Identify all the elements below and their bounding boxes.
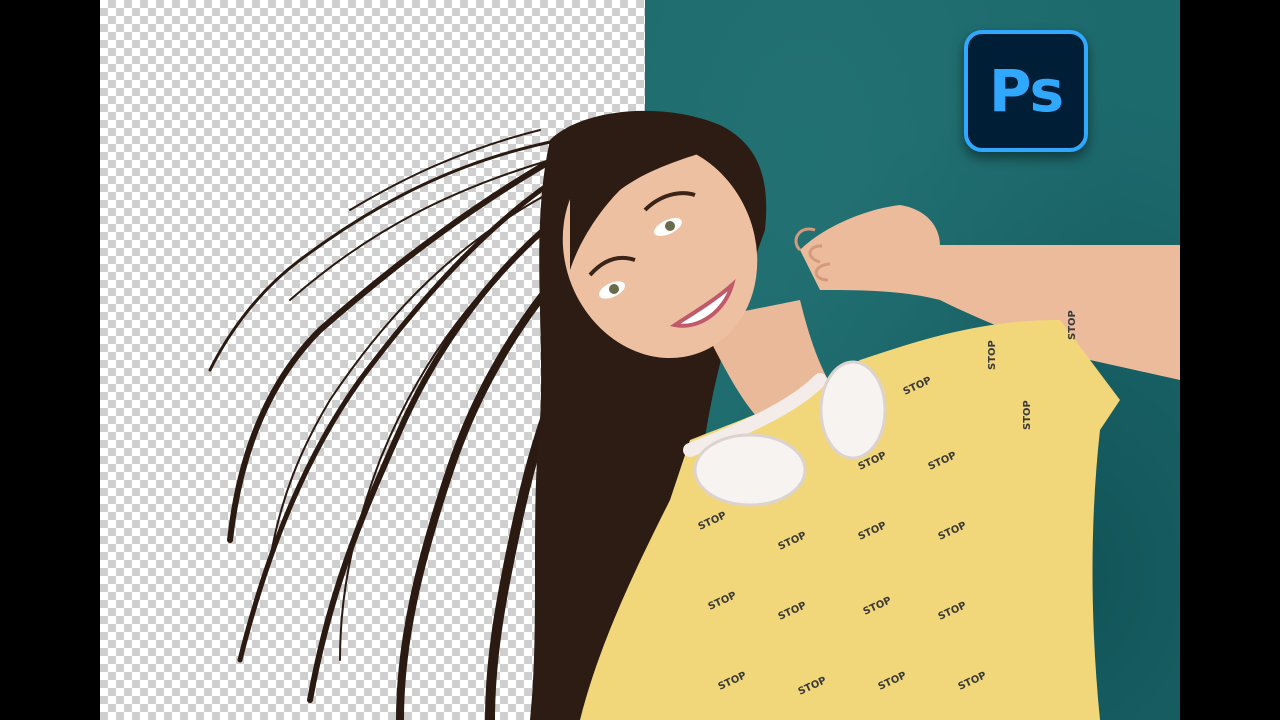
photo-canvas: STOP STOP STOP STOP STOP STOP STOP STOP …	[100, 0, 1180, 720]
letterbox-left	[0, 0, 100, 720]
shirt-print-text: STOP	[1067, 310, 1078, 340]
shirt-print-text: STOP	[987, 340, 998, 370]
video-frame: STOP STOP STOP STOP STOP STOP STOP STOP …	[0, 0, 1280, 720]
letterbox-right	[1180, 0, 1280, 720]
shirt-print-text: STOP	[1022, 400, 1033, 430]
photoshop-logo-icon: Ps	[964, 30, 1088, 152]
photoshop-logo-text: Ps	[988, 57, 1064, 125]
